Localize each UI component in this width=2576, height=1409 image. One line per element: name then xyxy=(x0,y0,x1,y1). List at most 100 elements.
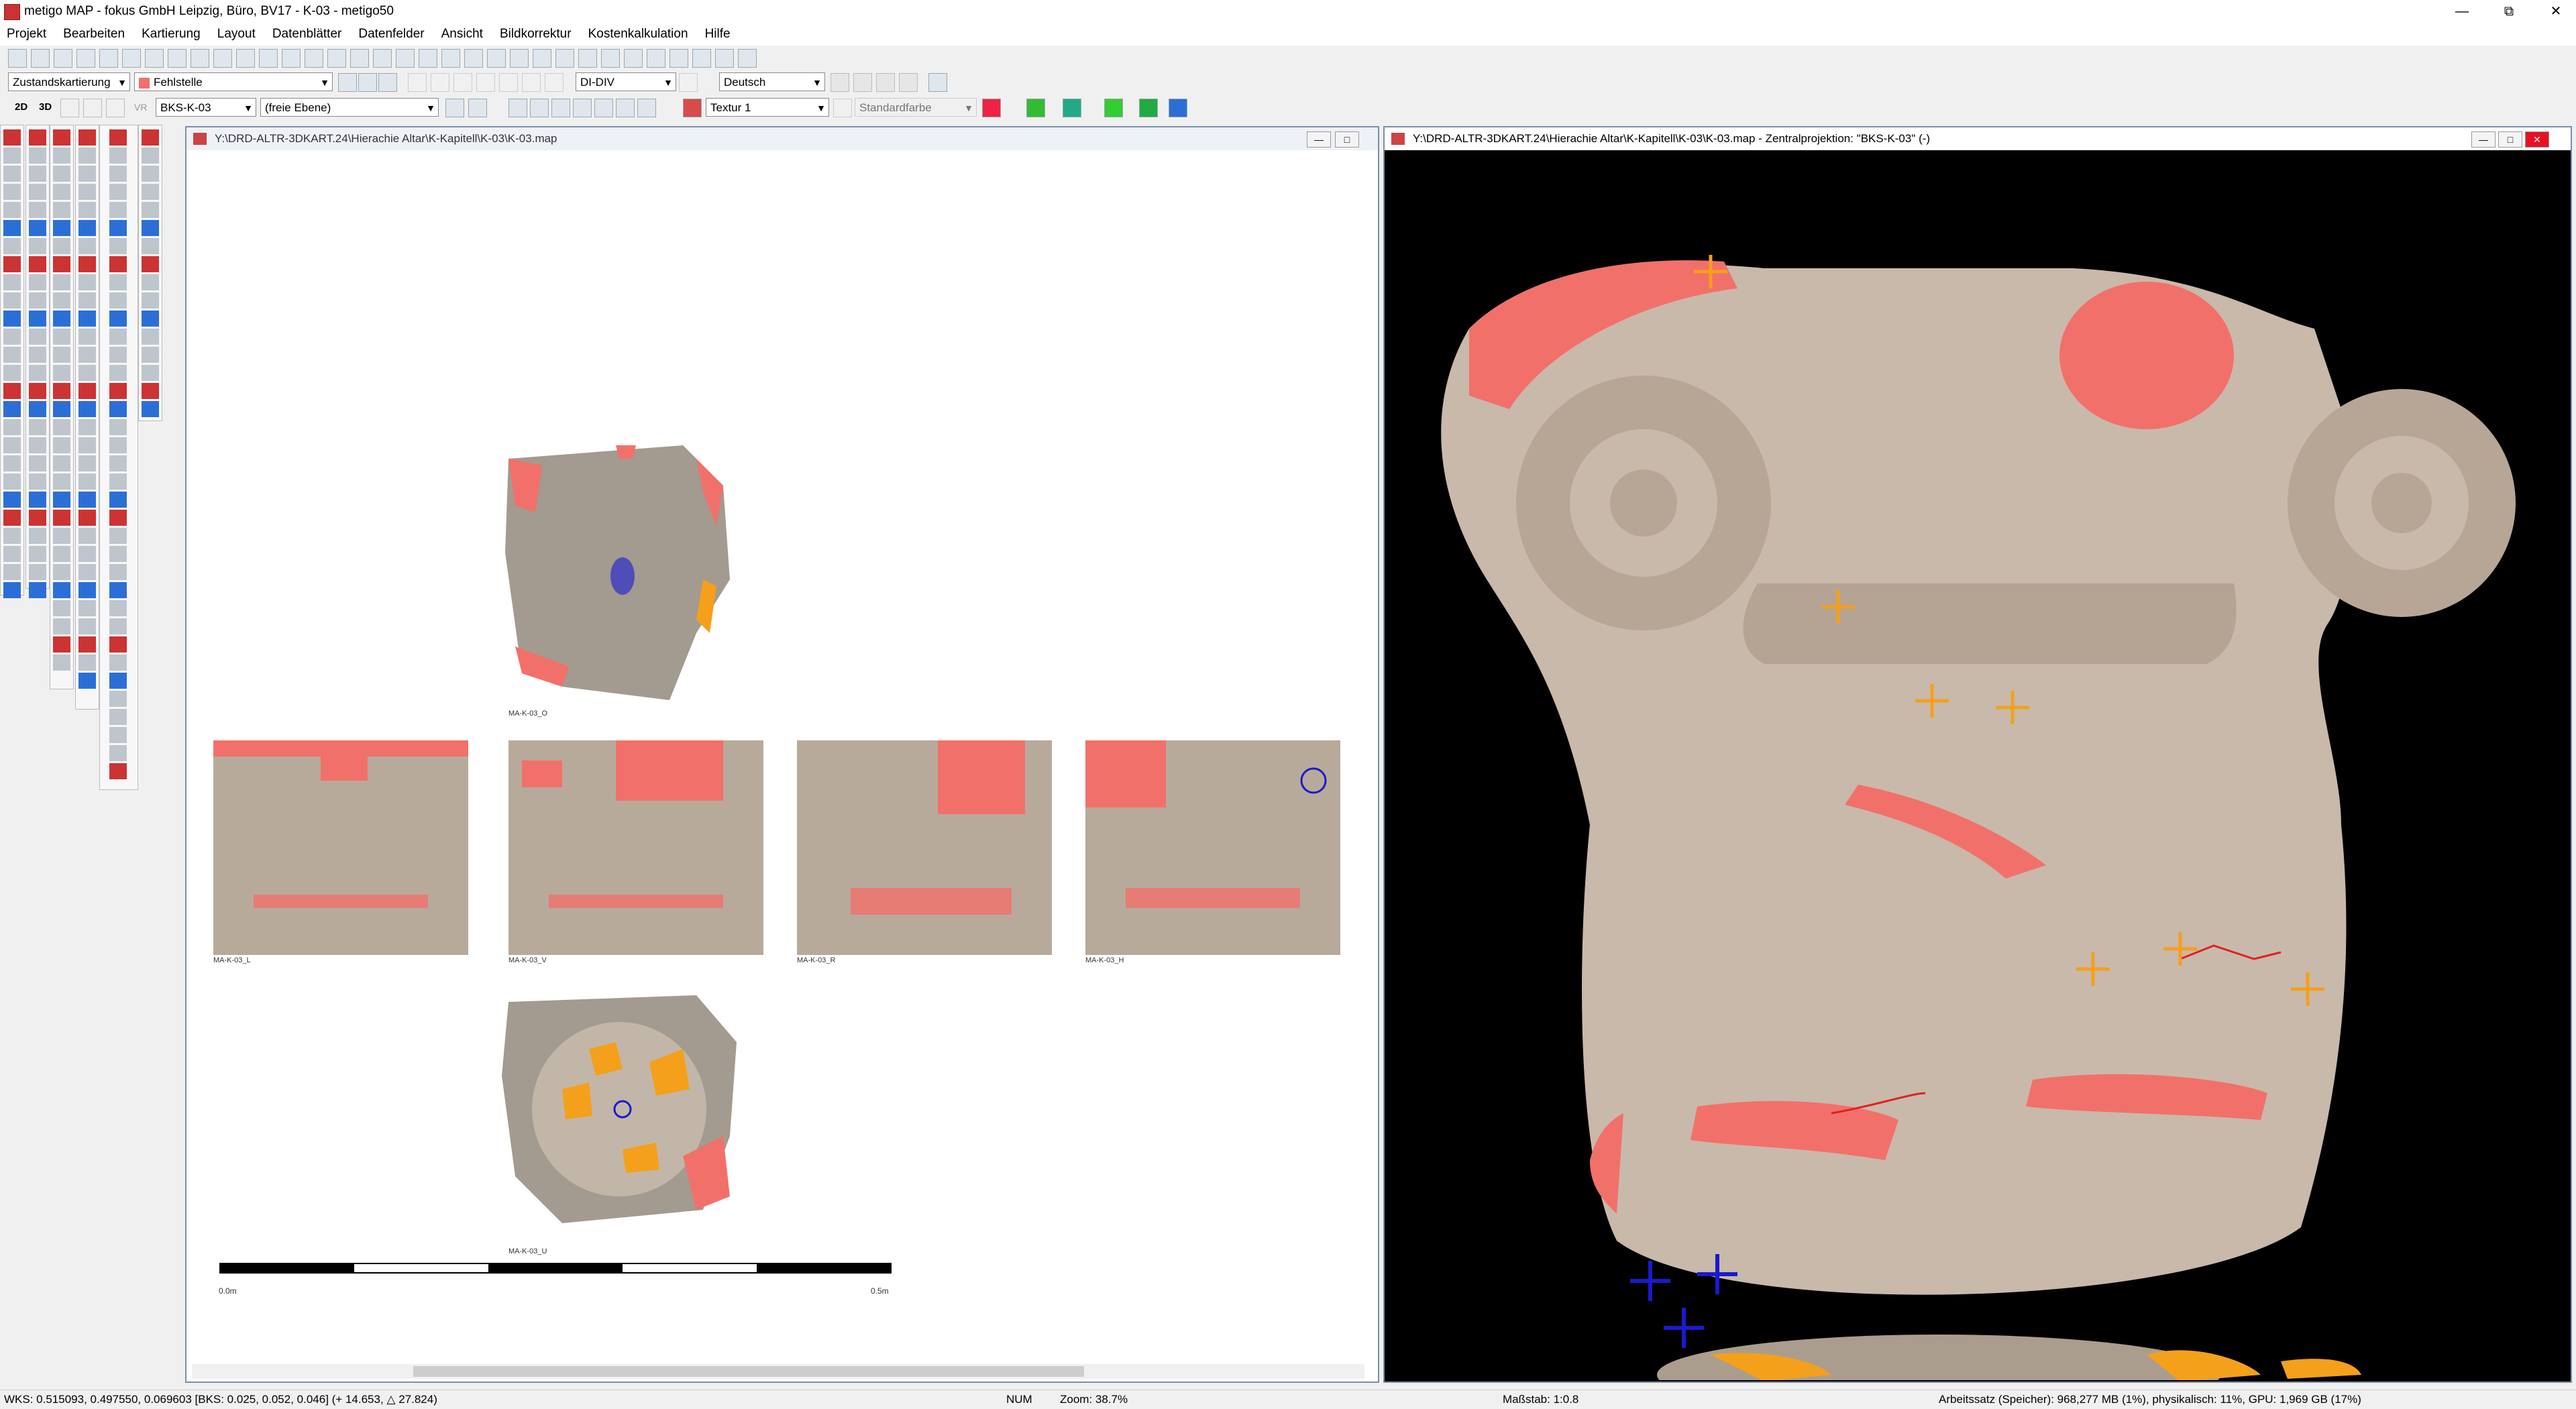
tool-icon[interactable] xyxy=(573,99,592,117)
palette-tool-icon[interactable] xyxy=(109,636,127,653)
palette-tool-icon[interactable] xyxy=(109,238,127,254)
palette-tool-icon[interactable] xyxy=(142,292,159,308)
palette-tool-icon[interactable] xyxy=(53,401,70,417)
palette-tool-icon[interactable] xyxy=(78,148,96,164)
tool-icon[interactable] xyxy=(1139,99,1158,117)
palette-tool-icon[interactable] xyxy=(29,274,46,290)
palette-tool-icon[interactable] xyxy=(109,274,127,290)
toolbar-tool-icon[interactable] xyxy=(396,49,415,68)
palette-tool-icon[interactable] xyxy=(78,166,96,182)
palette-tool-icon[interactable] xyxy=(53,437,70,453)
tool-icon[interactable] xyxy=(338,73,357,92)
palette-tool-icon[interactable] xyxy=(29,528,46,544)
palette-tool-icon[interactable] xyxy=(109,673,127,689)
projection-window[interactable]: Y:\DRD-ALTR-3DKART.24\Hierachie Altar\K-… xyxy=(1383,126,2572,1383)
tool-icon[interactable] xyxy=(530,99,549,117)
dimension-icon[interactable] xyxy=(545,73,564,92)
palette-tool-icon[interactable] xyxy=(53,528,70,544)
palette-tool-icon[interactable] xyxy=(109,655,127,671)
toolbar-tool-icon[interactable] xyxy=(305,49,323,68)
palette-tool-icon[interactable] xyxy=(53,238,70,254)
horizontal-scrollbar[interactable] xyxy=(192,1364,1364,1379)
palette-tool-icon[interactable] xyxy=(142,166,159,182)
palette-tool-icon[interactable] xyxy=(109,564,127,580)
palette-tool-icon[interactable] xyxy=(78,510,96,526)
map-maximize-button[interactable]: □ xyxy=(1335,131,1359,148)
palette-tool-icon[interactable] xyxy=(109,202,127,218)
palette-tool-icon[interactable] xyxy=(109,709,127,725)
tool-icon[interactable] xyxy=(378,73,397,92)
palette-tool-icon[interactable] xyxy=(78,636,96,653)
color-select[interactable]: Standardfarbe ▼ xyxy=(855,98,977,117)
palette-tool-icon[interactable] xyxy=(3,329,21,345)
toolbar-tool-icon[interactable] xyxy=(8,49,27,68)
scrollbar-thumb[interactable] xyxy=(413,1366,1084,1377)
scale-icon[interactable] xyxy=(928,73,947,92)
palette-tool-icon[interactable] xyxy=(53,582,70,598)
palette-tool-icon[interactable] xyxy=(142,184,159,200)
palette-tool-icon[interactable] xyxy=(29,564,46,580)
tool-icon[interactable] xyxy=(1063,99,1081,117)
restore-button[interactable]: ⧉ xyxy=(2489,0,2529,23)
palette-tool-icon[interactable] xyxy=(29,329,46,345)
palette-tool-icon[interactable] xyxy=(53,347,70,363)
palette-tool-icon[interactable] xyxy=(3,510,21,526)
toolbar-tool-icon[interactable] xyxy=(715,49,734,68)
tool-icon[interactable] xyxy=(853,73,872,92)
palette-tool-icon[interactable] xyxy=(29,292,46,308)
palette-tool-icon[interactable] xyxy=(53,383,70,399)
palette-tool-icon[interactable] xyxy=(142,274,159,290)
toolbar-tool-icon[interactable] xyxy=(578,49,597,68)
dimension-icon[interactable] xyxy=(431,73,449,92)
palette-tool-icon[interactable] xyxy=(78,528,96,544)
palette-tool-icon[interactable] xyxy=(78,600,96,616)
palette-tool-icon[interactable] xyxy=(109,129,127,146)
palette-tool-icon[interactable] xyxy=(53,455,70,471)
palette-tool-icon[interactable] xyxy=(109,329,127,345)
toolbar-tool-icon[interactable] xyxy=(282,49,301,68)
palette-tool-icon[interactable] xyxy=(142,220,159,236)
dimension-icon[interactable] xyxy=(408,73,427,92)
palette-tool-icon[interactable] xyxy=(109,148,127,164)
palette-tool-icon[interactable] xyxy=(3,347,21,363)
palette-tool-icon[interactable] xyxy=(3,311,21,327)
palette-tool-icon[interactable] xyxy=(109,401,127,417)
palette-tool-icon[interactable] xyxy=(53,365,70,381)
toolbar-tool-icon[interactable] xyxy=(464,49,483,68)
projection-minimize-button[interactable]: — xyxy=(2471,131,2496,148)
palette-tool-icon[interactable] xyxy=(78,618,96,634)
palette-tool-icon[interactable] xyxy=(3,292,21,308)
toolbar-tool-icon[interactable] xyxy=(692,49,711,68)
palette-tool-icon[interactable] xyxy=(78,455,96,471)
toolbar-tool-icon[interactable] xyxy=(601,49,620,68)
toolbar-tool-icon[interactable] xyxy=(555,49,574,68)
palette-tool-icon[interactable] xyxy=(3,129,21,146)
palette-tool-icon[interactable] xyxy=(29,256,46,272)
palette-tool-icon[interactable] xyxy=(78,564,96,580)
palette-tool-icon[interactable] xyxy=(109,600,127,616)
palette-tool-icon[interactable] xyxy=(78,292,96,308)
palette-tool-icon[interactable] xyxy=(142,401,159,417)
tool-icon[interactable] xyxy=(445,99,464,117)
palette-tool-icon[interactable] xyxy=(109,510,127,526)
palette-tool-icon[interactable] xyxy=(3,365,21,381)
palette-tool-icon[interactable] xyxy=(3,582,21,598)
palette-tool-icon[interactable] xyxy=(53,618,70,634)
palette-tool-icon[interactable] xyxy=(29,419,46,435)
palette-tool-icon[interactable] xyxy=(109,292,127,308)
palette-tool-icon[interactable] xyxy=(142,256,159,272)
palette-tool-icon[interactable] xyxy=(78,582,96,598)
palette-tool-icon[interactable] xyxy=(78,673,96,689)
toolbar-tool-icon[interactable] xyxy=(510,49,529,68)
palette-tool-icon[interactable] xyxy=(3,238,21,254)
dimension-icon[interactable] xyxy=(476,73,495,92)
texture-icon[interactable] xyxy=(683,99,702,117)
palette-tool-icon[interactable] xyxy=(29,582,46,598)
toolbar-tool-icon[interactable] xyxy=(168,49,186,68)
tool-icon[interactable] xyxy=(358,73,377,92)
tool-icon[interactable] xyxy=(1104,99,1123,117)
palette-tool-icon[interactable] xyxy=(142,329,159,345)
menu-bearbeiten[interactable]: Bearbeiten xyxy=(56,23,131,46)
toolbar-tool-icon[interactable] xyxy=(76,49,95,68)
palette-tool-icon[interactable] xyxy=(29,347,46,363)
